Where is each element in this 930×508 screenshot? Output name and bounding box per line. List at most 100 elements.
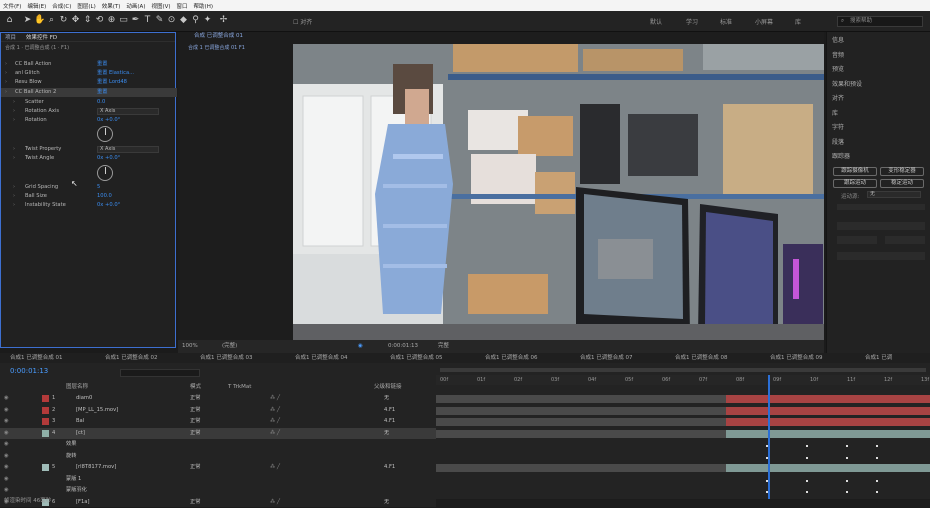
- search-help-input[interactable]: ⌕ 搜索帮助: [837, 16, 923, 27]
- hand-tool-icon[interactable]: ✋: [34, 15, 45, 26]
- workspace-library[interactable]: 库: [795, 17, 801, 26]
- menu-item-8[interactable]: 帮助(H): [194, 2, 213, 10]
- panel-item-0[interactable]: 信息: [832, 35, 844, 44]
- expand-triangle-icon[interactable]: ›: [13, 192, 15, 201]
- effect-row[interactable]: › anl Glitch 重置 Elastica...: [1, 69, 177, 78]
- layer-search-input[interactable]: [120, 369, 200, 377]
- expand-triangle-icon[interactable]: ›: [5, 78, 7, 87]
- comp-tab-3[interactable]: 合成1 已调整合成 04: [295, 353, 348, 363]
- effect-row-value[interactable]: 0x +0.0°: [97, 201, 120, 210]
- selection-tool-icon[interactable]: ➤: [22, 15, 33, 26]
- layer-row[interactable]: ◉ 5 [rl8T8177.mov] 正常 ⁂ ╱ 4.F1: [0, 462, 436, 473]
- layer-row[interactable]: ◉ 4 [ct] 正常 ⁂ ╱ 无: [0, 427, 436, 439]
- warp-stabilizer-button[interactable]: 变形稳定器: [880, 167, 924, 176]
- workspace-small-screen[interactable]: 小屏幕: [755, 17, 773, 26]
- work-area-bar[interactable]: [440, 368, 926, 372]
- keyframe-icon[interactable]: [876, 445, 878, 447]
- effect-row[interactable]: › Instability State 0x +0.0°: [1, 201, 177, 210]
- layer-name[interactable]: [rl8T8177.mov]: [76, 462, 116, 473]
- switch-icons[interactable]: ⁂ ╱: [270, 428, 280, 439]
- effect-row[interactable]: › Resu Blow 重置 Lord48: [1, 78, 177, 87]
- effect-row-value[interactable]: 5: [97, 183, 100, 192]
- track-camera-button[interactable]: 跟踪摄像机: [833, 167, 877, 176]
- tab-effect-controls[interactable]: 效果控件 FD: [26, 33, 57, 41]
- menu-item-1[interactable]: 编辑(E): [27, 2, 46, 10]
- keyframe-icon[interactable]: [876, 491, 878, 493]
- layer-label-color[interactable]: [42, 406, 49, 414]
- parent-dropdown[interactable]: 4.F1: [384, 462, 395, 473]
- eraser-tool-icon[interactable]: ◆: [178, 15, 189, 26]
- col-trkmat[interactable]: T TrkMat: [228, 383, 251, 391]
- effect-row-value[interactable]: 重置: [97, 60, 107, 69]
- menu-item-3[interactable]: 图层(L): [77, 2, 95, 10]
- layer-label-color[interactable]: [42, 464, 49, 471]
- effect-dropdown[interactable]: X Axis: [97, 146, 159, 153]
- col-parent[interactable]: 父级和链接: [374, 383, 402, 391]
- effect-row-value[interactable]: 重置: [97, 88, 107, 97]
- layer-row[interactable]: ◉ 2 [MP_LL_15.mov] 正常 ⁂ ╱ 4.F1: [0, 405, 436, 416]
- col-layer-name[interactable]: 图层名称: [66, 383, 88, 391]
- keyframe-icon[interactable]: [846, 445, 848, 447]
- parent-dropdown[interactable]: 无: [384, 393, 389, 404]
- effect-row-value[interactable]: 重置 Elastica...: [97, 69, 134, 78]
- pin-tool-icon[interactable]: ✢: [218, 15, 229, 26]
- layer-duration-bar[interactable]: [726, 464, 930, 472]
- workspace-default[interactable]: 默认: [650, 17, 662, 26]
- comp-tab-6[interactable]: 合成1 已调整合成 07: [580, 353, 633, 363]
- layer-name[interactable]: 蒙版 1: [66, 474, 81, 485]
- panel-item-1[interactable]: 音频: [832, 50, 844, 59]
- anchor-tool-icon[interactable]: ⊕: [106, 15, 117, 26]
- keyframe-icon[interactable]: [806, 456, 808, 459]
- viewer-timecode[interactable]: 0:00:01:13: [388, 340, 418, 353]
- zoom-tool-icon[interactable]: ⌕: [46, 15, 57, 26]
- layer-mode-dropdown[interactable]: 正常: [190, 462, 200, 473]
- timeline-zoom-bar[interactable]: [436, 499, 930, 507]
- panel-item-2[interactable]: 预览: [832, 64, 844, 73]
- comp-tab-7[interactable]: 合成1 已调整合成 08: [675, 353, 728, 363]
- panel-item-8[interactable]: 跟踪器: [832, 151, 850, 160]
- snapping-checkbox[interactable]: ☐ 对齐: [293, 17, 312, 26]
- expand-triangle-icon[interactable]: ›: [5, 69, 7, 78]
- effect-row[interactable]: › Ball Size 100.0: [1, 192, 177, 201]
- col-mode[interactable]: 模式: [190, 383, 201, 391]
- effect-row[interactable]: › Rotation Axis X Axis: [1, 107, 177, 116]
- visibility-eye-icon[interactable]: ◉: [4, 462, 9, 473]
- expand-triangle-icon[interactable]: ›: [13, 154, 15, 163]
- parent-dropdown[interactable]: 4.F1: [384, 416, 395, 427]
- pan-tool-icon[interactable]: ✥: [70, 15, 81, 26]
- switch-icons[interactable]: ⁂ ╱: [270, 393, 280, 404]
- panel-item-5[interactable]: 库: [832, 108, 838, 117]
- visibility-eye-icon[interactable]: ◉: [4, 485, 9, 496]
- expand-triangle-icon[interactable]: ›: [13, 107, 15, 116]
- roto-tool-icon[interactable]: ⚲: [190, 15, 201, 26]
- expand-triangle-icon[interactable]: ›: [13, 98, 15, 107]
- menu-item-6[interactable]: 视图(V): [151, 2, 170, 10]
- layer-row[interactable]: ◉ 旋转: [0, 451, 436, 462]
- layer-name[interactable]: [ct]: [76, 428, 85, 439]
- camera-icon[interactable]: ◉: [358, 340, 363, 353]
- keyframe-icon[interactable]: [876, 456, 878, 459]
- layer-duration-bar[interactable]: [726, 429, 930, 438]
- layer-label-color[interactable]: [42, 429, 49, 437]
- layer-name[interactable]: [MP_LL_15.mov]: [76, 405, 118, 416]
- layer-label-color[interactable]: [42, 418, 49, 425]
- effect-dropdown[interactable]: X Axis: [97, 108, 159, 115]
- panel-item-7[interactable]: 段落: [832, 137, 844, 146]
- parent-dropdown[interactable]: 4.F1: [384, 405, 395, 416]
- motion-source-dropdown[interactable]: 无: [867, 191, 921, 198]
- menu-item-7[interactable]: 窗口: [177, 2, 188, 10]
- effect-row[interactable]: › CC Ball Action 2 重置: [1, 88, 177, 97]
- expand-triangle-icon[interactable]: ›: [5, 60, 7, 69]
- layer-name[interactable]: 蒙版羽化: [66, 485, 87, 496]
- keyframe-icon[interactable]: [876, 479, 878, 482]
- layer-row[interactable]: ◉ 3 Bal 正常 ⁂ ╱ 4.F1: [0, 416, 436, 427]
- workspace-learn[interactable]: 学习: [686, 17, 698, 26]
- layer-name[interactable]: Bal: [76, 416, 84, 427]
- panel-item-3[interactable]: 效果和预设: [832, 79, 862, 88]
- zoom-dropdown[interactable]: 100%: [182, 340, 198, 353]
- pen-tool-icon[interactable]: ✒: [130, 15, 141, 26]
- visibility-eye-icon[interactable]: ◉: [4, 393, 9, 404]
- comp-tab-4[interactable]: 合成1 已调整合成 05: [390, 353, 443, 363]
- expand-triangle-icon[interactable]: ›: [13, 116, 15, 125]
- effect-row-value[interactable]: 重置 Lord48: [97, 78, 127, 87]
